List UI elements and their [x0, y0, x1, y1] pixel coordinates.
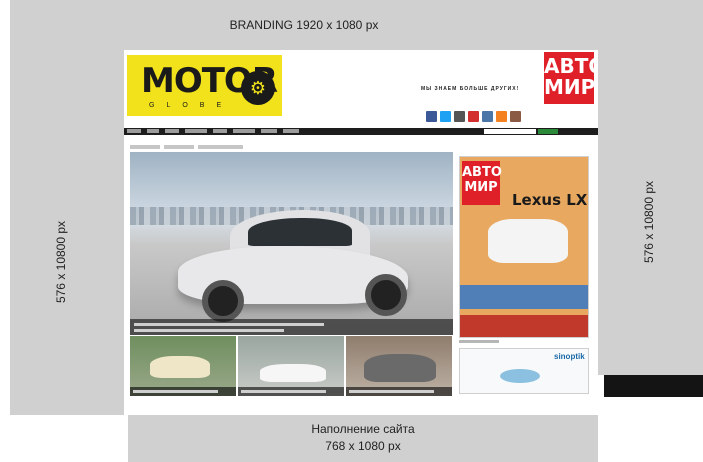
- content-label-title: Наполнение сайта: [311, 422, 415, 436]
- content-size-label: Наполнение сайта 768 x 1080 px: [128, 421, 598, 455]
- sidebar-links: [459, 340, 499, 346]
- search-input[interactable]: [484, 129, 536, 134]
- cover-logo: АВТО МИР: [462, 161, 502, 205]
- weather-widget[interactable]: sinoptik: [459, 348, 589, 394]
- magazine-logo-line2: МИР: [544, 75, 596, 99]
- nav-item[interactable]: [147, 129, 159, 133]
- website-mockup: MOTOR GLOBE ⚙ МЫ ЗНАЕМ БОЛЬШЕ ДРУГИХ! АВ…: [124, 50, 598, 400]
- site-slogan: МЫ ЗНАЕМ БОЛЬШЕ ДРУГИХ!: [421, 86, 520, 92]
- nav-item[interactable]: [283, 129, 299, 133]
- car-window: [248, 218, 352, 246]
- thumbnail-row: [130, 336, 452, 396]
- nav-item[interactable]: [127, 129, 141, 133]
- nav-item[interactable]: [261, 129, 277, 133]
- breadcrumb-item[interactable]: [164, 145, 194, 149]
- main-nav: [124, 128, 598, 135]
- magazine-cover[interactable]: АВТО МИР Lexus LX: [459, 156, 589, 338]
- cover-logo-line2: МИР: [464, 180, 498, 195]
- breadcrumb-item[interactable]: [130, 145, 160, 149]
- breadcrumb: [130, 145, 243, 149]
- cover-title: Lexus LX: [512, 191, 588, 209]
- car-wheel: [202, 280, 244, 322]
- car-wheel: [365, 274, 407, 316]
- weather-map: [500, 369, 540, 383]
- nav-item[interactable]: [213, 129, 227, 133]
- hero-image[interactable]: [130, 152, 453, 335]
- youtube-icon[interactable]: [468, 111, 479, 122]
- sidebar-link[interactable]: [459, 340, 499, 343]
- nav-item[interactable]: [185, 129, 207, 133]
- dark-strip: [604, 375, 703, 397]
- branding-size-label: BRANDING 1920 x 1080 px: [229, 18, 379, 32]
- cover-car: [488, 219, 568, 263]
- vk-icon[interactable]: [482, 111, 493, 122]
- instagram-icon[interactable]: [510, 111, 521, 122]
- thumbnail[interactable]: [130, 336, 236, 396]
- cover-logo-line1: АВТО: [462, 165, 502, 180]
- hero-caption: [130, 319, 453, 335]
- sidebar: АВТО МИР Lexus LX sinoptik: [457, 142, 595, 400]
- breadcrumb-item[interactable]: [198, 145, 243, 149]
- google-plus-icon[interactable]: [454, 111, 465, 122]
- nav-item[interactable]: [165, 129, 179, 133]
- weather-logo: sinoptik: [554, 352, 585, 361]
- social-links: [426, 111, 521, 122]
- odnoklassniki-icon[interactable]: [496, 111, 507, 122]
- magazine-logo[interactable]: АВТО МИР: [544, 52, 598, 104]
- piston-icon: ⚙: [241, 71, 275, 105]
- twitter-icon[interactable]: [440, 111, 451, 122]
- cover-strip: [460, 285, 588, 309]
- left-zone-size-label: 576 x 10800 px: [54, 220, 69, 304]
- logo-sub-text: GLOBE: [149, 102, 234, 109]
- thumbnail[interactable]: [238, 336, 344, 396]
- cover-bottom-banner: [460, 315, 588, 337]
- magazine-logo-line1: АВТО: [544, 54, 598, 78]
- nav-item[interactable]: [233, 129, 255, 133]
- content-label-size: 768 x 1080 px: [325, 439, 401, 453]
- thumbnail[interactable]: [346, 336, 452, 396]
- right-zone-size-label: 576 x 10800 px: [642, 180, 657, 264]
- facebook-icon[interactable]: [426, 111, 437, 122]
- search-button[interactable]: [538, 129, 558, 134]
- site-logo[interactable]: MOTOR GLOBE ⚙: [127, 55, 282, 116]
